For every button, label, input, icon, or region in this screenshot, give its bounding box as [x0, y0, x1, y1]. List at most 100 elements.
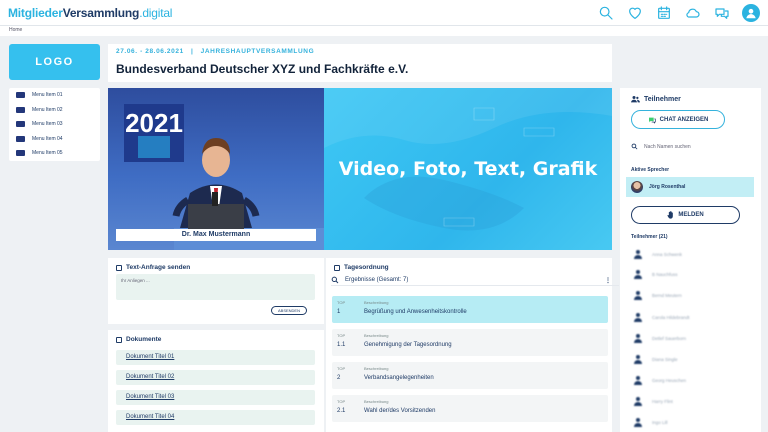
send-button[interactable]: ABSENDEN: [271, 306, 307, 315]
event-type: JAHRESHAUPTVERSAMMLUNG: [200, 48, 315, 55]
participant-item[interactable]: Detlef Sauerborn: [634, 334, 686, 343]
participant-name: Ingo Lill: [652, 420, 668, 425]
agenda-item-number: 1: [337, 309, 341, 315]
top-bar: MitgliederVersammlung.digital: [0, 0, 768, 26]
menu-item-label: Menu Item 05: [32, 150, 63, 157]
participant-item[interactable]: Harry Flint: [634, 397, 673, 406]
event-header: 27.06. - 28.06.2021 | JAHRESHAUPTVERSAMM…: [108, 44, 612, 82]
participant-name: Georg Heuschen: [652, 378, 687, 383]
sidebar-menu: Menu Item 01 Menu Item 02 Menu Item 03 M…: [9, 88, 100, 161]
agenda-item[interactable]: TOP 2.1 Beschreibung Wahl der/des Vorsit…: [332, 395, 608, 422]
agenda-title-row: Tagesordnung: [334, 264, 389, 271]
participant-search-placeholder: Nach Namen suchen: [644, 143, 691, 150]
menu-item-02[interactable]: Menu Item 02: [9, 103, 100, 118]
active-speaker-row[interactable]: Jörg Rosenthal: [626, 177, 754, 197]
participant-item[interactable]: Diana Single: [634, 355, 678, 364]
search-icon[interactable]: [331, 276, 339, 284]
menu-item-05[interactable]: Menu Item 05: [9, 146, 100, 161]
show-chat-label: CHAT ANZEIGEN: [659, 116, 709, 123]
menu-item-04[interactable]: Menu Item 04: [9, 132, 100, 147]
chat-icon[interactable]: [713, 4, 731, 22]
text-request-title: Text-Anfrage senden: [126, 264, 191, 271]
participant-item[interactable]: Ingo Lill: [634, 418, 668, 427]
document-link[interactable]: Dokument Titel 03: [116, 390, 315, 405]
text-request-input[interactable]: Ihr Anliegen ...: [116, 274, 315, 300]
speaker-image: 2021: [124, 104, 324, 250]
person-icon: [634, 397, 642, 406]
menu-item-01[interactable]: Menu Item 01: [9, 88, 100, 103]
document-icon: [116, 336, 122, 343]
agenda-item[interactable]: TOP 1 Beschreibung Begrüßung und Anwesen…: [332, 296, 608, 323]
brand-part-1: Mitglieder: [8, 6, 63, 20]
participant-search[interactable]: Nach Namen suchen: [631, 143, 691, 150]
brand-part-2: Versammlung: [62, 6, 140, 20]
user-avatar-icon[interactable]: [742, 4, 760, 22]
agenda-results-count: Ergebnisse (Gesamt: 7): [345, 277, 409, 283]
top-icons: [597, 4, 760, 22]
event-separator: |: [191, 48, 194, 55]
description-label: Beschreibung: [364, 333, 389, 338]
participants-panel: Teilnehmer CHAT ANZEIGEN Nach Namen such…: [620, 88, 761, 432]
top-label: TOP: [337, 300, 346, 305]
menu-item-label: Menu Item 03: [32, 121, 63, 128]
description-label: Beschreibung: [364, 300, 389, 305]
breadcrumb[interactable]: Home: [9, 27, 22, 33]
breadcrumb-bar: [0, 26, 768, 36]
chat-icon: [648, 117, 656, 124]
participant-item[interactable]: B Nauchfuss: [634, 270, 678, 279]
avatar: [631, 181, 643, 193]
participant-name: Bernd Meutern: [652, 293, 682, 298]
participant-item[interactable]: Anna Schwenk: [634, 250, 682, 259]
speaker-caption: Dr. Max Mustermann: [116, 229, 316, 241]
media-stage[interactable]: 2021 Dr. Max Mustermann Video, Foto, Tex…: [108, 88, 612, 250]
speaker-video[interactable]: 2021 Dr. Max Mustermann: [108, 88, 324, 250]
heart-icon[interactable]: [626, 4, 644, 22]
cloud-icon[interactable]: [684, 4, 702, 22]
participant-item[interactable]: Georg Heuschen: [634, 376, 686, 385]
participant-name: Diana Single: [652, 357, 678, 362]
document-link[interactable]: Dokument Titel 02: [116, 370, 315, 385]
media-placeholder[interactable]: Video, Foto, Text, Grafik: [324, 88, 612, 250]
participant-item[interactable]: Carola Hildebrandt: [634, 313, 690, 322]
person-icon: [634, 291, 642, 300]
hand-icon: [667, 211, 674, 219]
more-options-icon[interactable]: ⋮: [605, 277, 611, 284]
participants-title: Teilnehmer: [644, 95, 681, 103]
report-label: MELDEN: [678, 212, 704, 218]
menu-item-03[interactable]: Menu Item 03: [9, 117, 100, 132]
description-label: Beschreibung: [364, 399, 389, 404]
person-icon: [634, 355, 642, 364]
placeholder-text: Video, Foto, Text, Grafik: [338, 158, 598, 180]
top-label: TOP: [337, 333, 346, 338]
person-icon: [634, 250, 642, 259]
participant-name: Harry Flint: [652, 399, 673, 404]
agenda-item-number: 1.1: [337, 342, 346, 348]
agenda-item-text: Verbandsangelegenheiten: [364, 375, 434, 381]
participants-count: Teilnehmer (21): [631, 234, 668, 240]
documents-title: Dokumente: [126, 336, 162, 343]
agenda-item[interactable]: TOP 2 Beschreibung Verbandsangelegenheit…: [332, 362, 608, 389]
agenda-item-number: 2.1: [337, 408, 346, 414]
document-link[interactable]: Dokument Titel 04: [116, 410, 315, 425]
event-meta: 27.06. - 28.06.2021 | JAHRESHAUPTVERSAMM…: [116, 48, 314, 55]
agenda-results-bar[interactable]: Ergebnisse (Gesamt: 7) ⋮: [331, 275, 619, 286]
show-chat-button[interactable]: CHAT ANZEIGEN: [631, 110, 725, 129]
agenda-item-number: 2: [337, 375, 341, 381]
search-icon[interactable]: [597, 4, 615, 22]
agenda-item-text: Wahl der/des Vorsitzenden: [364, 408, 436, 414]
people-icon: [631, 96, 640, 103]
participant-name: Carola Hildebrandt: [652, 315, 690, 320]
agenda-card: Tagesordnung Ergebnisse (Gesamt: 7) ⋮ TO…: [326, 258, 619, 432]
document-link[interactable]: Dokument Titel 01: [116, 350, 315, 365]
description-label: Beschreibung: [364, 366, 389, 371]
menu-item-label: Menu Item 01: [32, 92, 63, 99]
participant-item[interactable]: Bernd Meutern: [634, 291, 682, 300]
agenda-item[interactable]: TOP 1.1 Beschreibung Genehmigung der Tag…: [332, 329, 608, 356]
text-request-title-row: Text-Anfrage senden: [116, 264, 190, 271]
active-speaker-name: Jörg Rosenthal: [649, 184, 686, 190]
brand-logo[interactable]: MitgliederVersammlung.digital: [8, 6, 172, 20]
agenda-item-text: Genehmigung der Tagesordnung: [364, 342, 452, 348]
report-button[interactable]: MELDEN: [631, 206, 740, 224]
menu-square-icon: [16, 106, 25, 113]
calendar-icon[interactable]: [655, 4, 673, 22]
